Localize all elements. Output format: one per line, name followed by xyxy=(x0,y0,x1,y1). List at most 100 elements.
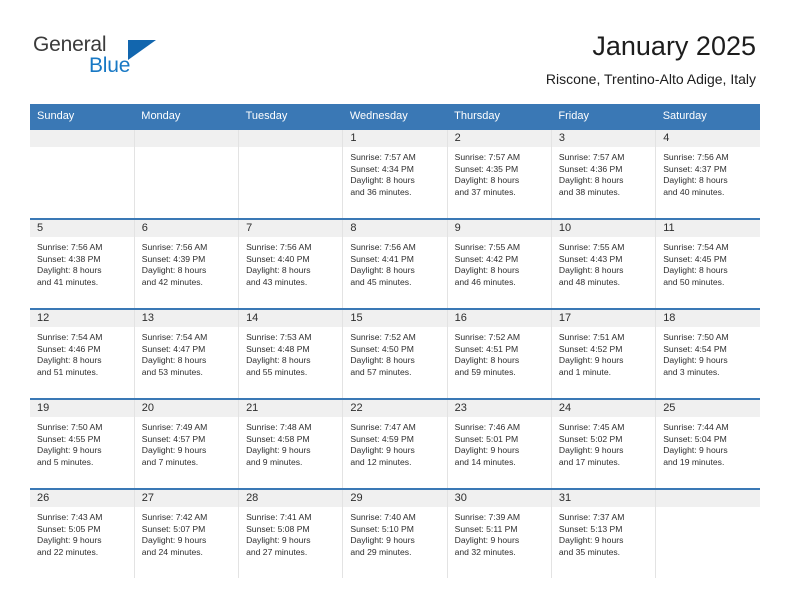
daylight-text-line1: Daylight: 9 hours xyxy=(663,445,728,456)
daylight-text-line2: and 1 minute. xyxy=(558,366,611,377)
daylight-text-line1: Daylight: 9 hours xyxy=(141,535,207,546)
calendar-day-cell[interactable]: 10 Sunrise: 7:55 AM Sunset: 4:43 PM Dayligh… xyxy=(551,218,657,309)
day-number: 8 xyxy=(343,220,447,237)
calendar-day-cell[interactable]: 20 Sunrise: 7:49 AM Sunset: 4:57 PM Dayligh… xyxy=(134,398,240,489)
calendar-day-cell[interactable]: 31 Sunrise: 7:37 AM Sunset: 5:13 PM Dayligh… xyxy=(551,488,657,578)
daylight-text-line1: Daylight: 8 hours xyxy=(246,265,311,276)
calendar-day-cell[interactable]: 15 Sunrise: 7:52 AM Sunset: 4:50 PM Dayligh… xyxy=(342,308,448,399)
sunset-text: Sunset: 5:13 PM xyxy=(558,523,623,534)
calendar-day-cell[interactable]: 19 Sunrise: 7:50 AM Sunset: 4:55 PM Dayligh… xyxy=(30,398,135,489)
sunset-text: Sunset: 4:46 PM xyxy=(37,343,101,354)
daylight-text-line1: Daylight: 9 hours xyxy=(663,355,728,366)
day-number xyxy=(239,130,343,147)
calendar-day-cell[interactable]: 12 Sunrise: 7:54 AM Sunset: 4:46 PM Dayligh… xyxy=(30,308,135,399)
calendar-day-cell[interactable]: 27 Sunrise: 7:42 AM Sunset: 5:07 PM Dayligh… xyxy=(134,488,240,578)
calendar-page: General Blue January 2025 Riscone, Trent… xyxy=(0,0,792,612)
calendar-day-cell-empty xyxy=(238,128,344,219)
sunset-text: Sunset: 4:42 PM xyxy=(454,253,519,264)
calendar-day-cell[interactable]: 4 Sunrise: 7:56 AM Sunset: 4:37 PM Daylight… xyxy=(655,128,760,219)
day-details: Sunrise: 7:40 AM Sunset: 5:10 PM Daylight:… xyxy=(343,507,446,558)
calendar-week-row: 12 Sunrise: 7:54 AM Sunset: 4:46 PM Dayligh… xyxy=(30,308,760,399)
daylight-text-line2: and 41 minutes. xyxy=(37,276,99,287)
day-details: Sunrise: 7:50 AM Sunset: 4:54 PM Daylight:… xyxy=(656,327,760,378)
calendar-day-cell[interactable]: 18 Sunrise: 7:50 AM Sunset: 4:54 PM Dayligh… xyxy=(655,308,760,399)
daylight-text-line2: and 7 minutes. xyxy=(141,456,199,467)
calendar-day-cell[interactable]: 17 Sunrise: 7:51 AM Sunset: 4:52 PM Dayligh… xyxy=(551,308,657,399)
calendar-day-cell[interactable]: 13 Sunrise: 7:54 AM Sunset: 4:47 PM Dayligh… xyxy=(134,308,240,399)
calendar-day-cell[interactable]: 21 Sunrise: 7:48 AM Sunset: 4:58 PM Dayligh… xyxy=(238,398,344,489)
day-number: 22 xyxy=(343,400,447,417)
sunset-text: Sunset: 4:48 PM xyxy=(246,343,310,354)
daylight-text-line1: Daylight: 8 hours xyxy=(663,265,728,276)
sunrise-text: Sunrise: 7:46 AM xyxy=(454,422,521,432)
daylight-text-line2: and 59 minutes. xyxy=(454,366,516,377)
calendar-day-cell[interactable]: 6 Sunrise: 7:56 AM Sunset: 4:39 PM Daylight… xyxy=(134,218,240,309)
daylight-text-line2: and 12 minutes. xyxy=(350,456,412,467)
sunrise-text: Sunrise: 7:54 AM xyxy=(141,332,208,342)
day-number: 23 xyxy=(447,400,551,417)
day-details: Sunrise: 7:56 AM Sunset: 4:38 PM Daylight:… xyxy=(30,237,134,288)
calendar-day-cell[interactable]: 8 Sunrise: 7:56 AM Sunset: 4:41 PM Daylight… xyxy=(342,218,448,309)
calendar-day-cell[interactable]: 5 Sunrise: 7:56 AM Sunset: 4:38 PM Daylight… xyxy=(30,218,135,309)
sunset-text: Sunset: 5:08 PM xyxy=(246,523,310,534)
daylight-text-line1: Daylight: 9 hours xyxy=(454,535,520,546)
sunrise-text: Sunrise: 7:54 AM xyxy=(663,242,729,252)
daylight-text-line1: Daylight: 8 hours xyxy=(558,175,624,186)
calendar-body: 1 Sunrise: 7:57 AM Sunset: 4:34 PM Daylight… xyxy=(30,128,760,578)
calendar-day-cell[interactable]: 24 Sunrise: 7:45 AM Sunset: 5:02 PM Dayligh… xyxy=(551,398,657,489)
triangle-icon xyxy=(128,40,156,60)
sunrise-text: Sunrise: 7:55 AM xyxy=(558,242,625,252)
calendar-day-cell[interactable]: 2 Sunrise: 7:57 AM Sunset: 4:35 PM Daylight… xyxy=(447,128,552,219)
daylight-text-line2: and 42 minutes. xyxy=(141,276,203,287)
calendar-day-cell[interactable]: 30 Sunrise: 7:39 AM Sunset: 5:11 PM Dayligh… xyxy=(447,488,552,578)
calendar-day-cell[interactable]: 9 Sunrise: 7:55 AM Sunset: 4:42 PM Daylight… xyxy=(447,218,552,309)
calendar-day-cell[interactable]: 28 Sunrise: 7:41 AM Sunset: 5:08 PM Dayligh… xyxy=(238,488,344,578)
day-number: 13 xyxy=(134,310,239,327)
calendar-day-cell[interactable]: 25 Sunrise: 7:44 AM Sunset: 5:04 PM Dayligh… xyxy=(655,398,760,489)
sunset-text: Sunset: 5:11 PM xyxy=(454,523,518,534)
sunrise-text: Sunrise: 7:45 AM xyxy=(558,422,625,432)
weekday-header-friday: Friday xyxy=(551,104,656,129)
daylight-text-line2: and 9 minutes. xyxy=(246,456,303,467)
sunrise-text: Sunrise: 7:57 AM xyxy=(454,152,521,162)
sunset-text: Sunset: 4:59 PM xyxy=(350,433,414,444)
calendar-day-cell[interactable]: 14 Sunrise: 7:53 AM Sunset: 4:48 PM Dayligh… xyxy=(238,308,344,399)
daylight-text-line1: Daylight: 9 hours xyxy=(350,445,415,456)
daylight-text-line1: Daylight: 8 hours xyxy=(350,355,415,366)
day-details xyxy=(656,507,760,512)
daylight-text-line2: and 3 minutes. xyxy=(663,366,720,377)
calendar-day-cell[interactable]: 29 Sunrise: 7:40 AM Sunset: 5:10 PM Dayligh… xyxy=(342,488,448,578)
calendar-day-cell[interactable]: 1 Sunrise: 7:57 AM Sunset: 4:34 PM Daylight… xyxy=(342,128,448,219)
day-details: Sunrise: 7:56 AM Sunset: 4:40 PM Daylight:… xyxy=(239,237,342,288)
calendar-day-cell[interactable]: 23 Sunrise: 7:46 AM Sunset: 5:01 PM Dayligh… xyxy=(447,398,552,489)
day-details: Sunrise: 7:51 AM Sunset: 4:52 PM Daylight:… xyxy=(552,327,655,378)
daylight-text-line1: Daylight: 9 hours xyxy=(350,535,415,546)
day-number xyxy=(30,130,134,147)
sunrise-text: Sunrise: 7:43 AM xyxy=(37,512,103,522)
sunrise-text: Sunrise: 7:49 AM xyxy=(141,422,208,432)
daylight-text-line1: Daylight: 9 hours xyxy=(558,355,624,366)
day-details: Sunrise: 7:52 AM Sunset: 4:50 PM Daylight:… xyxy=(343,327,446,378)
sunset-text: Sunset: 4:50 PM xyxy=(350,343,414,354)
sunrise-text: Sunrise: 7:56 AM xyxy=(37,242,103,252)
calendar-table: Sunday Monday Tuesday Wednesday Thursday… xyxy=(30,104,760,578)
weekday-header-thursday: Thursday xyxy=(447,104,552,129)
day-details xyxy=(239,147,342,152)
calendar-day-cell[interactable]: 26 Sunrise: 7:43 AM Sunset: 5:05 PM Dayligh… xyxy=(30,488,135,578)
calendar-day-cell[interactable]: 7 Sunrise: 7:56 AM Sunset: 4:40 PM Daylight… xyxy=(238,218,344,309)
daylight-text-line1: Daylight: 9 hours xyxy=(558,535,624,546)
day-number: 29 xyxy=(343,490,447,507)
page-subtitle: Riscone, Trentino-Alto Adige, Italy xyxy=(545,71,756,87)
calendar-day-cell[interactable]: 11 Sunrise: 7:54 AM Sunset: 4:45 PM Dayligh… xyxy=(655,218,760,309)
day-details: Sunrise: 7:41 AM Sunset: 5:08 PM Daylight:… xyxy=(239,507,342,558)
calendar-day-cell[interactable]: 22 Sunrise: 7:47 AM Sunset: 4:59 PM Dayligh… xyxy=(342,398,448,489)
calendar-day-cell-empty xyxy=(655,488,760,578)
calendar-week-row: 26 Sunrise: 7:43 AM Sunset: 5:05 PM Dayligh… xyxy=(30,488,760,578)
sunset-text: Sunset: 4:38 PM xyxy=(37,253,101,264)
day-number: 5 xyxy=(30,220,134,237)
calendar-day-cell-empty xyxy=(30,128,135,219)
calendar-day-cell[interactable]: 3 Sunrise: 7:57 AM Sunset: 4:36 PM Daylight… xyxy=(551,128,657,219)
sunset-text: Sunset: 4:37 PM xyxy=(663,163,727,174)
daylight-text-line2: and 17 minutes. xyxy=(558,456,621,467)
calendar-day-cell[interactable]: 16 Sunrise: 7:52 AM Sunset: 4:51 PM Dayligh… xyxy=(447,308,552,399)
